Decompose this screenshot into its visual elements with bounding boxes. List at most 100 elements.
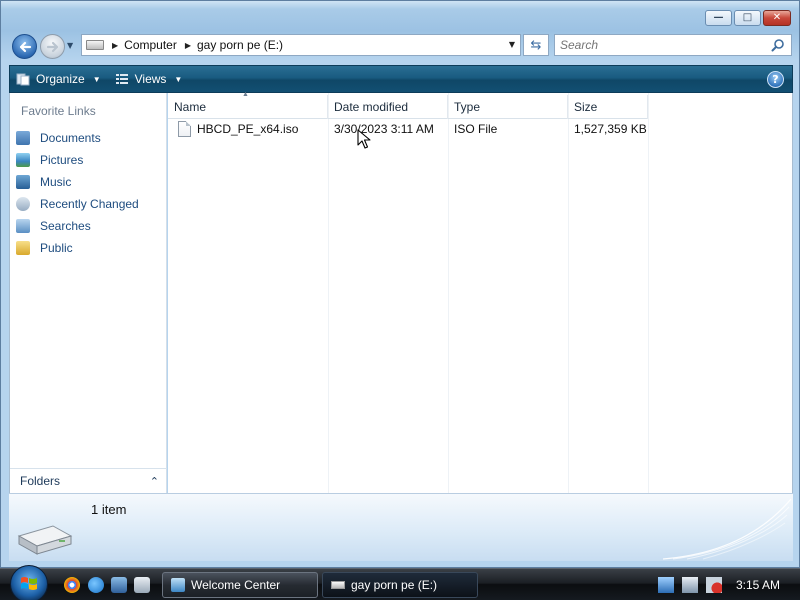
public-folder-icon (16, 241, 30, 255)
drive-icon (86, 40, 104, 50)
search-box (554, 34, 792, 56)
navigation-pane: Favorite Links Documents Pictures Music … (9, 93, 167, 493)
file-size: 1,527,359 KB (574, 122, 647, 136)
taskbar: Welcome Center gay porn pe (E:) 3:15 AM (0, 565, 800, 600)
forward-button[interactable] (40, 34, 65, 59)
column-header-row: ▲ Name Date modified Type Size (168, 91, 648, 119)
chrome-quicklaunch-icon[interactable] (64, 577, 80, 593)
chevron-up-icon: ⌃ (149, 475, 159, 488)
file-row[interactable]: HBCD_PE_x64.iso 3/30/2023 3:11 AM ISO Fi… (168, 119, 648, 139)
fav-item-searches[interactable]: Searches (16, 215, 139, 237)
welcome-center-icon (171, 578, 185, 592)
maximize-icon: □ (742, 12, 753, 23)
iso-file-icon (178, 121, 191, 137)
file-type: ISO File (454, 122, 498, 136)
removable-drive-icon (17, 525, 73, 555)
network-icon[interactable] (658, 577, 674, 593)
system-tray: 3:15 AM (650, 569, 800, 600)
explorer-window: — □ ✕ ▼ ▶ Computer ▶ gay porn pe (E:) ▼ … (0, 0, 800, 568)
favorite-links-heading: Favorite Links (21, 104, 96, 118)
fav-item-label: Music (40, 175, 72, 189)
fav-item-label: Public (40, 241, 73, 255)
start-button[interactable] (10, 565, 48, 600)
refresh-button[interactable]: ⇆ (523, 34, 549, 56)
column-header-label: Size (574, 100, 598, 114)
column-header-type[interactable]: Type (448, 95, 568, 119)
minimize-icon: — (713, 12, 724, 23)
address-dropdown-icon[interactable]: ▼ (509, 40, 515, 49)
display-icon[interactable] (682, 577, 698, 593)
pictures-icon (16, 153, 30, 167)
chevron-down-icon: ▼ (92, 74, 101, 84)
close-button[interactable]: ✕ (763, 10, 791, 26)
caption-buttons: — □ ✕ (705, 10, 791, 26)
fav-item-label: Pictures (40, 153, 84, 167)
breadcrumb-computer[interactable]: Computer (124, 38, 177, 52)
fav-item-recently-changed[interactable]: Recently Changed (16, 193, 139, 215)
refresh-icon: ⇆ (530, 37, 542, 53)
volume-muted-icon[interactable] (706, 577, 722, 593)
views-button[interactable]: Views ▼ (109, 65, 189, 93)
file-name: HBCD_PE_x64.iso (197, 122, 299, 136)
breadcrumb-separator-icon[interactable]: ▶ (185, 41, 191, 50)
organize-label: Organize (36, 72, 85, 86)
breadcrumb-separator-icon[interactable]: ▶ (112, 41, 118, 50)
minimize-button[interactable]: — (705, 10, 732, 26)
chevron-down-icon: ▼ (174, 74, 183, 84)
internet-explorer-quicklaunch-icon[interactable] (88, 577, 104, 593)
search-icon[interactable] (771, 38, 785, 52)
back-arrow-icon (19, 41, 31, 52)
forward-arrow-icon (46, 41, 58, 52)
searches-icon (16, 219, 30, 233)
folders-toggle[interactable]: Folders ⌃ (10, 468, 167, 493)
documents-icon (16, 131, 30, 145)
fav-item-documents[interactable]: Documents (16, 127, 139, 149)
recent-pages-dropdown-icon[interactable]: ▼ (67, 41, 73, 50)
switch-windows-icon[interactable] (134, 577, 150, 593)
music-icon (16, 175, 30, 189)
search-input[interactable] (555, 38, 755, 52)
details-pane: 1 item (9, 493, 793, 561)
fav-item-label: Recently Changed (40, 197, 139, 211)
drive-icon (331, 581, 345, 589)
fav-item-music[interactable]: Music (16, 171, 139, 193)
mouse-cursor-icon (357, 129, 371, 149)
taskbar-button-drive-window[interactable]: gay porn pe (E:) (322, 572, 478, 598)
column-gridlines (168, 93, 792, 493)
decorative-swoosh (663, 498, 792, 560)
organize-button[interactable]: Organize ▼ (10, 65, 107, 93)
back-button[interactable] (12, 34, 37, 59)
windows-logo-icon (21, 577, 37, 590)
command-bar: Organize ▼ Views ▼ ? (9, 65, 793, 93)
fav-item-label: Searches (40, 219, 91, 233)
column-header-name[interactable]: ▲ Name (168, 91, 328, 119)
column-header-size[interactable]: Size (568, 95, 648, 119)
show-desktop-icon[interactable] (111, 577, 127, 593)
views-label: Views (134, 72, 167, 86)
file-list: ▲ Name Date modified Type Size HBCD_PE_x… (168, 91, 793, 493)
help-button[interactable]: ? (767, 71, 784, 88)
help-icon: ? (772, 73, 779, 86)
breadcrumb-drive[interactable]: gay porn pe (E:) (197, 38, 283, 52)
folders-label: Folders (20, 474, 61, 488)
maximize-button[interactable]: □ (734, 10, 761, 26)
address-bar[interactable]: ▶ Computer ▶ gay porn pe (E:) ▼ (81, 34, 521, 56)
item-count: 1 item (91, 502, 127, 517)
taskbar-button-label: Welcome Center (191, 578, 281, 592)
close-icon: ✕ (772, 12, 782, 23)
sort-ascending-icon: ▲ (242, 91, 249, 98)
taskbar-button-label: gay porn pe (E:) (351, 578, 438, 592)
recent-icon (16, 197, 30, 211)
fav-item-public[interactable]: Public (16, 237, 139, 259)
fav-item-label: Documents (40, 131, 101, 145)
taskbar-button-welcome-center[interactable]: Welcome Center (162, 572, 318, 598)
column-header-date-modified[interactable]: Date modified (328, 95, 448, 119)
fav-item-pictures[interactable]: Pictures (16, 149, 139, 171)
taskbar-clock[interactable]: 3:15 AM (736, 578, 780, 592)
file-name-cell: HBCD_PE_x64.iso (168, 121, 328, 137)
file-date-modified: 3/30/2023 3:11 AM (334, 122, 434, 136)
views-icon (115, 74, 128, 84)
organize-icon (16, 73, 30, 86)
column-header-label: Date modified (334, 100, 409, 114)
favorite-links-list: Documents Pictures Music Recently Change… (16, 127, 139, 259)
